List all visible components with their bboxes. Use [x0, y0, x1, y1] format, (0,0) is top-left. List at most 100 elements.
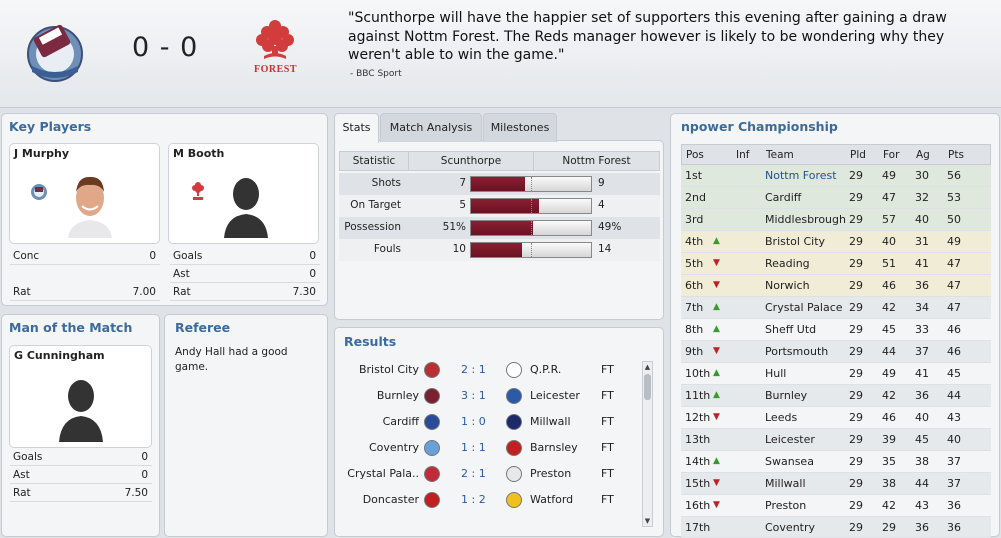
tab-match-analysis[interactable]: Match Analysis	[380, 113, 482, 142]
team-position: 1st	[685, 169, 703, 182]
team-name[interactable]: Portsmouth	[765, 345, 828, 358]
result-row[interactable]: Burnley 3 : 1 Leicester FT	[345, 384, 645, 410]
result-home-team[interactable]: Doncaster	[363, 493, 419, 506]
team-position: 8th	[685, 323, 704, 336]
col-team[interactable]: Team	[766, 149, 794, 161]
team-name[interactable]: Middlesbrough	[765, 213, 846, 226]
team-name[interactable]: Leeds	[765, 411, 797, 424]
motm-player-card[interactable]: G Cunningham	[9, 345, 152, 448]
team-name[interactable]: Norwich	[765, 279, 810, 292]
result-score[interactable]: 1 : 1	[461, 441, 486, 454]
team-name[interactable]: Millwall	[765, 477, 806, 490]
league-table-row[interactable]: 6th ▼ Norwich 29 46 36 47	[681, 275, 991, 297]
result-away-team[interactable]: Q.P.R.	[530, 363, 561, 376]
home-stat-row: Conc 0	[10, 248, 160, 265]
stats-header-statistic[interactable]: Statistic	[339, 151, 409, 171]
result-score[interactable]: 1 : 0	[461, 415, 486, 428]
league-table-row[interactable]: 16th ▼ Preston 29 42 43 36	[681, 495, 991, 517]
result-row[interactable]: Coventry 1 : 1 Barnsley FT	[345, 436, 645, 462]
team-goals-against: 38	[915, 455, 929, 468]
team-goals-for: 45	[882, 323, 896, 336]
col-pld[interactable]: Pld	[850, 149, 866, 161]
scroll-down-icon[interactable]: ▼	[643, 516, 652, 526]
team-name[interactable]: Cardiff	[765, 191, 801, 204]
tab-milestones[interactable]: Milestones	[483, 113, 557, 142]
col-inf[interactable]: Inf	[736, 149, 749, 161]
team-position: 11th	[685, 389, 711, 402]
stat-away-value: 49%	[598, 221, 622, 233]
team-name[interactable]: Reading	[765, 257, 810, 270]
team-name[interactable]: Preston	[765, 499, 806, 512]
result-row[interactable]: Crystal Pala.. 2 : 1 Preston FT	[345, 462, 645, 488]
result-away-team[interactable]: Preston	[530, 467, 571, 480]
result-away-team[interactable]: Millwall	[530, 415, 571, 428]
tab-stats[interactable]: Stats	[334, 113, 379, 143]
scroll-up-icon[interactable]: ▲	[643, 362, 652, 372]
stats-header-home[interactable]: Scunthorpe	[408, 151, 534, 171]
league-table-row[interactable]: 11th ▲ Burnley 29 42 36 44	[681, 385, 991, 407]
col-pts[interactable]: Pts	[948, 149, 964, 161]
team-name[interactable]: Leicester	[765, 433, 815, 446]
result-away-team[interactable]: Barnsley	[530, 441, 578, 454]
stats-header-away[interactable]: Nottm Forest	[533, 151, 660, 171]
league-table-row[interactable]: 14th ▲ Swansea 29 35 38 37	[681, 451, 991, 473]
league-table-row[interactable]: 1st Nottm Forest 29 49 30 56	[681, 165, 991, 187]
league-table-row[interactable]: 17th Coventry 29 29 36 36	[681, 517, 991, 537]
league-title[interactable]: npower Championship	[681, 119, 838, 134]
result-home-team[interactable]: Bristol City	[359, 363, 419, 376]
motm-player-name[interactable]: G Cunningham	[14, 349, 105, 362]
team-name[interactable]: Nottm Forest	[765, 169, 837, 182]
result-score[interactable]: 1 : 2	[461, 493, 486, 506]
result-row[interactable]: Cardiff 1 : 0 Millwall FT	[345, 410, 645, 436]
team-name[interactable]: Bristol City	[765, 235, 825, 248]
league-table-row[interactable]: 12th ▼ Leeds 29 46 40 43	[681, 407, 991, 429]
col-ag[interactable]: Ag	[916, 149, 930, 161]
result-home-team[interactable]: Crystal Pala..	[347, 467, 419, 480]
results-scrollbar[interactable]: ▲ ▼	[642, 361, 653, 527]
result-home-team[interactable]: Coventry	[369, 441, 419, 454]
result-row[interactable]: Doncaster 1 : 2 Watford FT	[345, 488, 645, 514]
result-away-team[interactable]: Watford	[530, 493, 573, 506]
league-table-row[interactable]: 2nd Cardiff 29 47 32 53	[681, 187, 991, 209]
result-away-team[interactable]: Leicester	[530, 389, 580, 402]
away-key-player-card[interactable]: M Booth	[168, 143, 319, 244]
col-for[interactable]: For	[883, 149, 899, 161]
result-home-team[interactable]: Cardiff	[383, 415, 419, 428]
league-table-row[interactable]: 8th ▲ Sheff Utd 29 45 33 46	[681, 319, 991, 341]
stat-comparison-bar	[470, 242, 592, 258]
match-quote: "Scunthorpe will have the happier set of…	[348, 10, 947, 63]
scroll-thumb[interactable]	[644, 374, 651, 400]
result-row[interactable]: Bristol City 2 : 1 Q.P.R. FT	[345, 358, 645, 384]
team-goals-for: 46	[882, 411, 896, 424]
team-name[interactable]: Crystal Palace	[765, 301, 843, 314]
league-table-row[interactable]: 10th ▲ Hull 29 49 41 45	[681, 363, 991, 385]
league-table-row[interactable]: 5th ▼ Reading 29 51 41 47	[681, 253, 991, 275]
team-name[interactable]: Hull	[765, 367, 786, 380]
home-team-badge-icon	[424, 362, 440, 378]
result-score[interactable]: 2 : 1	[461, 467, 486, 480]
league-table-row[interactable]: 7th ▲ Crystal Palace 29 42 34 47	[681, 297, 991, 319]
league-table-row[interactable]: 15th ▼ Millwall 29 38 44 37	[681, 473, 991, 495]
league-table-row[interactable]: 3rd Middlesbrough 29 57 40 50	[681, 209, 991, 231]
away-crest-icon[interactable]: FOREST	[250, 16, 300, 82]
team-played: 29	[849, 235, 863, 248]
result-home-team[interactable]: Burnley	[377, 389, 419, 402]
team-goals-against: 40	[915, 411, 929, 424]
referee-comment: Andy Hall had a good game.	[175, 346, 288, 373]
team-points: 43	[947, 411, 961, 424]
col-pos[interactable]: Pos	[686, 149, 704, 161]
team-name[interactable]: Coventry	[765, 521, 815, 534]
team-name[interactable]: Burnley	[765, 389, 807, 402]
result-score[interactable]: 2 : 1	[461, 363, 486, 376]
away-key-player-name[interactable]: M Booth	[173, 147, 224, 160]
team-name[interactable]: Swansea	[765, 455, 814, 468]
team-name[interactable]: Sheff Utd	[765, 323, 816, 336]
key-players-title: Key Players	[9, 119, 92, 134]
home-key-player-card[interactable]: J Murphy	[9, 143, 160, 244]
result-score[interactable]: 3 : 1	[461, 389, 486, 402]
home-key-player-name[interactable]: J Murphy	[14, 147, 69, 160]
league-table-row[interactable]: 4th ▲ Bristol City 29 40 31 49	[681, 231, 991, 253]
league-table-row[interactable]: 13th Leicester 29 39 45 40	[681, 429, 991, 451]
league-table-row[interactable]: 9th ▼ Portsmouth 29 44 37 46	[681, 341, 991, 363]
home-crest-icon[interactable]	[20, 18, 90, 86]
